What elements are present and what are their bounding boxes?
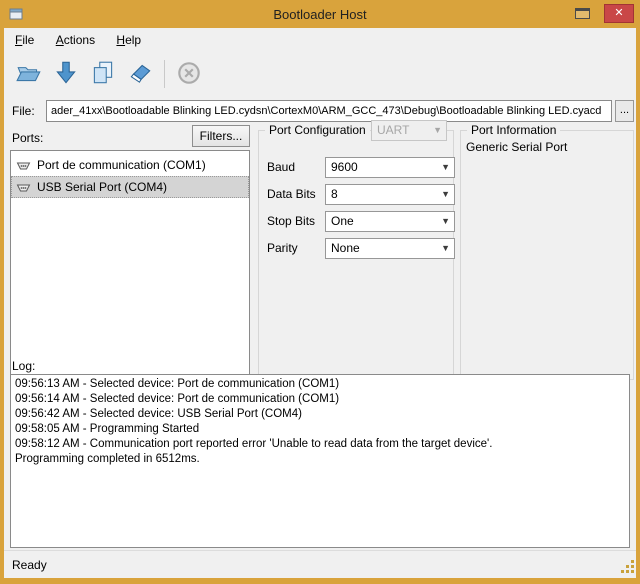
window: Bootloader Host ✕ File Actions Help — [0, 0, 640, 584]
parity-row: Parity None ▼ — [267, 238, 447, 259]
port-list-item-com4[interactable]: USB Serial Port (COM4) — [11, 176, 249, 198]
log-line: 09:56:13 AM - Selected device: Port de c… — [15, 377, 625, 392]
log-line: 09:58:05 AM - Programming Started — [15, 422, 625, 437]
ports-list[interactable]: Port de communication (COM1) USB Serial … — [10, 150, 250, 380]
chevron-down-icon: ▼ — [433, 121, 442, 140]
status-bar: Ready — [4, 550, 636, 578]
baud-row: Baud 9600 ▼ — [267, 157, 447, 178]
maximize-button[interactable] — [570, 5, 594, 23]
chevron-down-icon: ▼ — [441, 185, 450, 204]
log-line: 09:56:42 AM - Selected device: USB Seria… — [15, 407, 625, 422]
toolbar — [4, 52, 636, 96]
chevron-down-icon: ▼ — [441, 239, 450, 258]
erase-button[interactable] — [123, 57, 157, 91]
data-bits-select[interactable]: 8 ▼ — [325, 184, 455, 205]
serial-port-icon — [16, 159, 31, 172]
stop-bits-row: Stop Bits One ▼ — [267, 211, 447, 232]
data-bits-row: Data Bits 8 ▼ — [267, 184, 447, 205]
log-line: Programming completed in 6512ms. — [15, 452, 625, 467]
menu-actions[interactable]: Actions — [47, 30, 104, 50]
program-button[interactable] — [49, 57, 83, 91]
arrow-down-icon — [52, 59, 80, 90]
menu-bar: File Actions Help — [4, 28, 636, 52]
chevron-down-icon: ▼ — [441, 212, 450, 231]
baud-label: Baud — [267, 160, 295, 174]
parity-select[interactable]: None ▼ — [325, 238, 455, 259]
window-title: Bootloader Host — [0, 7, 640, 22]
stop-bits-select[interactable]: One ▼ — [325, 211, 455, 232]
ports-label: Ports: — [12, 131, 43, 145]
stop-bits-value: One — [331, 212, 354, 231]
file-path-input[interactable] — [46, 100, 612, 122]
port-information-text: Generic Serial Port — [466, 140, 567, 154]
log-line: 09:58:12 AM - Communication port reporte… — [15, 437, 625, 452]
port-information-title: Port Information — [467, 123, 560, 137]
folder-open-icon — [15, 59, 43, 90]
log-output[interactable]: 09:56:13 AM - Selected device: Port de c… — [10, 374, 630, 548]
log-line: 09:56:14 AM - Selected device: Port de c… — [15, 392, 625, 407]
menu-file[interactable]: File — [6, 30, 43, 50]
filters-button[interactable]: Filters... — [192, 125, 250, 147]
protocol-value: UART — [377, 121, 409, 140]
resize-grip[interactable] — [621, 560, 635, 577]
menu-help[interactable]: Help — [107, 30, 150, 50]
client-area: File Actions Help — [4, 28, 636, 578]
stop-bits-label: Stop Bits — [267, 214, 315, 228]
caption-buttons: ✕ — [570, 4, 634, 23]
protocol-select: UART ▼ — [371, 120, 447, 141]
data-bits-label: Data Bits — [267, 187, 316, 201]
toolbar-separator — [164, 60, 165, 88]
abort-circle-x-icon — [175, 59, 203, 90]
close-button[interactable]: ✕ — [604, 4, 634, 23]
file-label: File: — [12, 104, 35, 118]
open-file-button[interactable] — [12, 57, 46, 91]
port-configuration-group: Port Configuration UART ▼ Baud 9600 ▼ Da… — [258, 130, 454, 380]
status-text: Ready — [12, 558, 47, 572]
app-icon — [9, 7, 23, 21]
port-configuration-title: Port Configuration — [265, 123, 370, 137]
port-item-label: Port de communication (COM1) — [37, 158, 206, 172]
baud-select[interactable]: 9600 ▼ — [325, 157, 455, 178]
data-bits-value: 8 — [331, 185, 338, 204]
parity-value: None — [331, 239, 360, 258]
copy-pages-icon — [89, 59, 117, 90]
verify-button[interactable] — [86, 57, 120, 91]
chevron-down-icon: ▼ — [441, 158, 450, 177]
title-bar[interactable]: Bootloader Host ✕ — [0, 0, 640, 28]
browse-button[interactable]: ... — [615, 100, 634, 122]
serial-port-icon — [16, 181, 31, 194]
maximize-icon — [575, 8, 590, 19]
log-label: Log: — [12, 359, 35, 373]
abort-button — [172, 57, 206, 91]
eraser-icon — [126, 59, 154, 90]
parity-label: Parity — [267, 241, 298, 255]
baud-value: 9600 — [331, 158, 358, 177]
port-information-group: Port Information Generic Serial Port — [460, 130, 634, 380]
port-item-label: USB Serial Port (COM4) — [37, 180, 167, 194]
port-list-item-com1[interactable]: Port de communication (COM1) — [11, 154, 249, 176]
